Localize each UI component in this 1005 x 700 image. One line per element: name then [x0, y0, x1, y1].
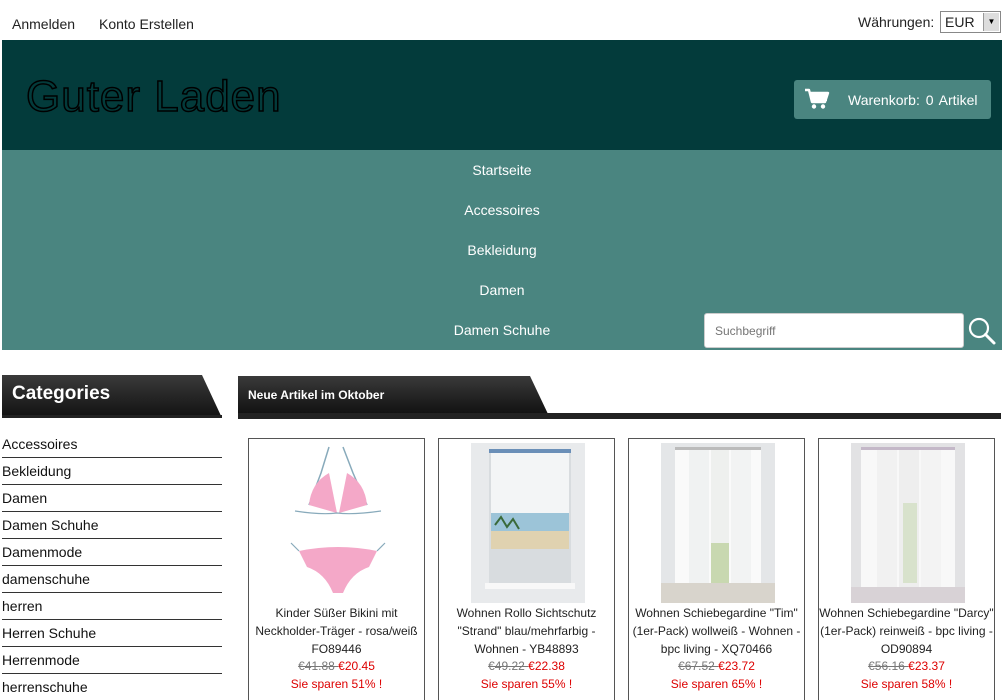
site-logo[interactable]: Guter Laden	[25, 71, 282, 122]
category-item[interactable]: herren	[2, 593, 222, 620]
savings-label: Sie sparen 51% !	[290, 677, 383, 691]
search-icon	[968, 317, 996, 345]
product-image-gardine-darcy[interactable]	[851, 443, 965, 603]
old-price: €49.22	[488, 659, 529, 673]
category-item[interactable]: herrenschuhe	[2, 674, 222, 700]
categories-header: Categories	[2, 375, 222, 418]
currency-label: Währungen:	[858, 14, 935, 30]
product-card[interactable]: Wohnen Schiebegardine "Darcy" (1er-Pack)…	[818, 438, 995, 700]
currency-value: EUR	[945, 14, 975, 30]
category-item[interactable]: damenschuhe	[2, 566, 222, 593]
savings-label: Sie sparen 58% !	[860, 677, 953, 691]
category-list: Accessoires Bekleidung Damen Damen Schuh…	[2, 431, 222, 700]
nav-item-bekleidung[interactable]: Bekleidung	[2, 242, 1002, 258]
new-products-title: Neue Artikel im Oktober	[248, 388, 385, 402]
product-price: €41.88 €20.45	[249, 659, 424, 673]
category-item[interactable]: Bekleidung	[2, 458, 222, 485]
nav-item-accessoires[interactable]: Accessoires	[2, 202, 1002, 218]
shopping-cart-icon	[804, 88, 830, 113]
currency-select[interactable]: EUR ▼	[940, 11, 1001, 33]
create-account-link[interactable]: Konto Erstellen	[99, 16, 194, 32]
site-header: Guter Laden Warenkorb: 0 Artikel	[2, 40, 1002, 150]
nav-item-label: Startseite	[472, 162, 532, 178]
sale-price: €22.38	[528, 659, 565, 673]
product-card[interactable]: Wohnen Rollo Sichtschutz "Strand" blau/m…	[438, 438, 615, 700]
cart-button[interactable]: Warenkorb: 0 Artikel	[794, 80, 991, 119]
product-name[interactable]: Kinder Süßer Bikini mit Neckholder-Träge…	[249, 604, 424, 658]
product-image-bikini[interactable]	[281, 443, 395, 603]
savings-label: Sie sparen 65% !	[670, 677, 763, 691]
product-image-rollo[interactable]	[471, 443, 585, 603]
new-products-header: Neue Artikel im Oktober	[238, 376, 1001, 419]
top-bar: Anmelden Konto Erstellen Währungen: EUR …	[0, 0, 1005, 40]
product-name[interactable]: Wohnen Schiebegardine "Darcy" (1er-Pack)…	[819, 604, 994, 658]
category-item[interactable]: Damen	[2, 485, 222, 512]
sale-price: €20.45	[338, 659, 375, 673]
product-price: €49.22 €22.38	[439, 659, 614, 673]
sale-price: €23.37	[908, 659, 945, 673]
product-name[interactable]: Wohnen Rollo Sichtschutz "Strand" blau/m…	[439, 604, 614, 658]
nav-item-startseite[interactable]: Startseite	[2, 162, 1002, 178]
product-image-gardine-tim[interactable]	[661, 443, 775, 603]
main-nav: Startseite Accessoires Bekleidung Damen …	[2, 150, 1002, 350]
search-button[interactable]	[967, 316, 997, 346]
old-price: €56.16	[868, 659, 909, 673]
old-price: €67.52	[678, 659, 719, 673]
product-card[interactable]: Kinder Süßer Bikini mit Neckholder-Träge…	[248, 438, 425, 700]
savings-label: Sie sparen 55% !	[480, 677, 573, 691]
product-name[interactable]: Wohnen Schiebegardine "Tim" (1er-Pack) w…	[629, 604, 804, 658]
product-card[interactable]: Wohnen Schiebegardine "Tim" (1er-Pack) w…	[628, 438, 805, 700]
old-price: €41.88	[298, 659, 339, 673]
cart-summary: Warenkorb: 0 Artikel	[848, 92, 978, 108]
category-item[interactable]: Damen Schuhe	[2, 512, 222, 539]
category-item[interactable]: Herrenmode	[2, 647, 222, 674]
nav-item-label: Accessoires	[464, 202, 540, 218]
login-link[interactable]: Anmelden	[12, 16, 75, 32]
nav-item-label: Bekleidung	[467, 242, 537, 258]
nav-item-label: Damen	[479, 282, 525, 298]
category-item[interactable]: Damenmode	[2, 539, 222, 566]
nav-item-damen[interactable]: Damen	[2, 282, 1002, 298]
product-price: €56.16 €23.37	[819, 659, 994, 673]
product-price: €67.52 €23.72	[629, 659, 804, 673]
nav-item-label: Damen Schuhe	[453, 322, 551, 338]
chevron-down-icon: ▼	[983, 13, 999, 31]
category-item[interactable]: Accessoires	[2, 431, 222, 458]
categories-title: Categories	[12, 383, 111, 404]
category-item[interactable]: Herren Schuhe	[2, 620, 222, 647]
sale-price: €23.72	[718, 659, 755, 673]
search-input[interactable]	[704, 313, 964, 348]
